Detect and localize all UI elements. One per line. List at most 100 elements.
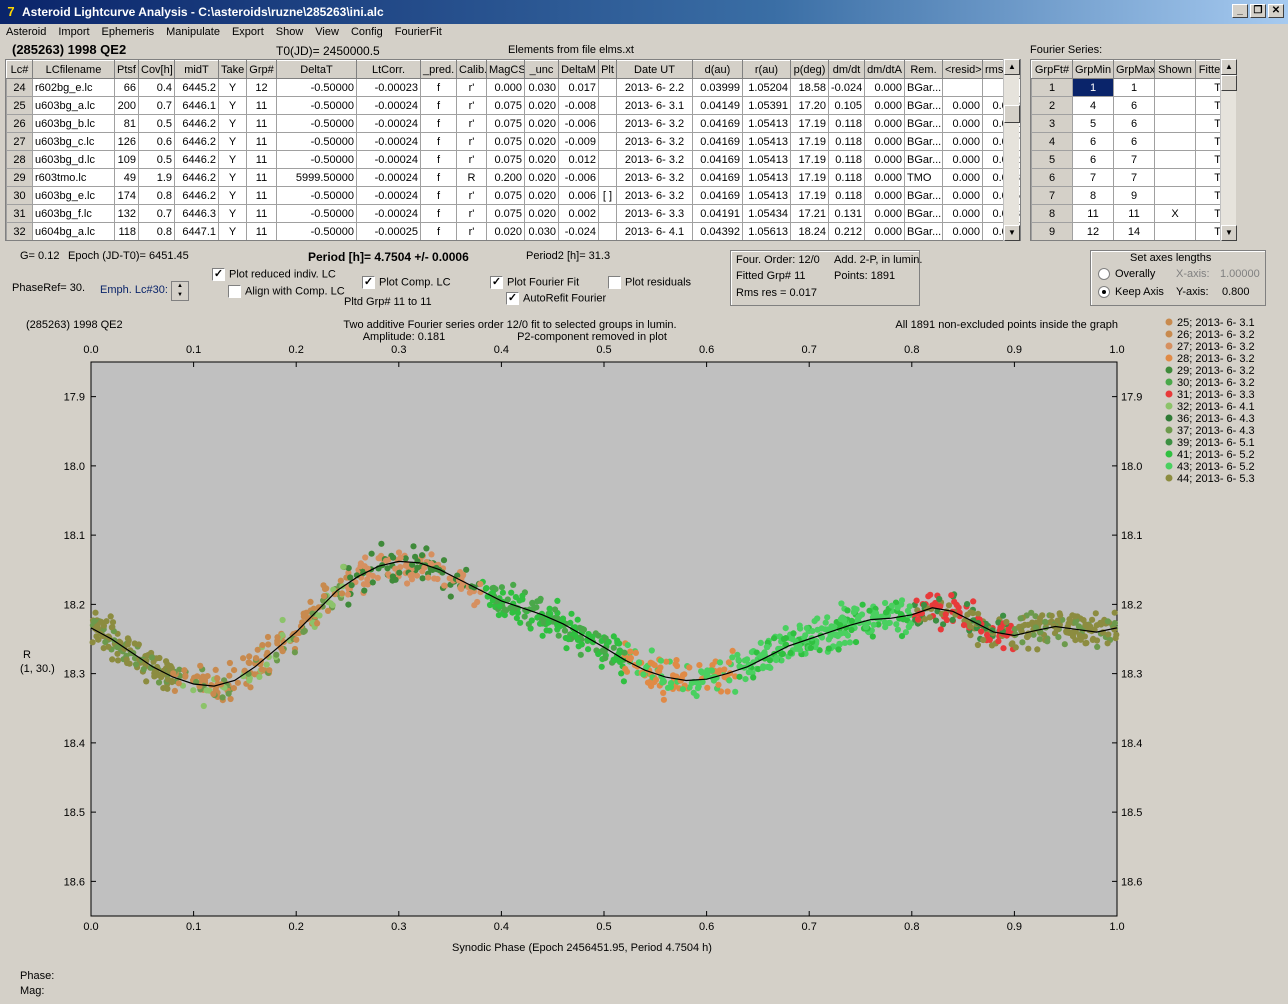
table-cell[interactable]: r' bbox=[456, 186, 487, 205]
table-row[interactable]: 789T bbox=[1031, 186, 1224, 205]
table-cell[interactable]: -0.00025 bbox=[356, 222, 421, 240]
column-header[interactable]: _pred. bbox=[420, 60, 457, 79]
restore-button[interactable]: ❐ bbox=[1250, 4, 1266, 18]
table-cell[interactable]: 1 bbox=[1072, 78, 1114, 97]
column-header[interactable]: _unc bbox=[524, 60, 559, 79]
table-cell[interactable]: 1.05434 bbox=[742, 204, 791, 223]
row-header[interactable]: 8 bbox=[1031, 204, 1073, 223]
table-cell[interactable]: f bbox=[420, 78, 457, 97]
table-cell[interactable]: 5999.50000 bbox=[276, 168, 357, 187]
lightcurve-table-scrollbar[interactable]: ▲ ▼ bbox=[1003, 59, 1020, 241]
table-cell[interactable]: X bbox=[1154, 204, 1196, 223]
close-button[interactable]: ✕ bbox=[1268, 4, 1284, 18]
table-cell[interactable]: r' bbox=[456, 132, 487, 151]
row-header[interactable]: 2 bbox=[1031, 96, 1073, 115]
table-cell[interactable]: 0.000 bbox=[864, 186, 905, 205]
table-cell[interactable]: -0.50000 bbox=[276, 96, 357, 115]
column-header[interactable]: DeltaM bbox=[558, 60, 599, 79]
menu-ephemeris[interactable]: Ephemeris bbox=[96, 24, 161, 42]
table-cell[interactable]: r' bbox=[456, 114, 487, 133]
table-cell[interactable]: 0.000 bbox=[942, 150, 983, 169]
table-cell[interactable]: Y bbox=[218, 96, 247, 115]
table-row[interactable]: 111T bbox=[1031, 78, 1224, 97]
table-cell[interactable]: 0.000 bbox=[942, 168, 983, 187]
align-comp-checkbox[interactable]: Align with Comp. LC bbox=[228, 285, 345, 298]
table-cell[interactable]: R bbox=[456, 168, 487, 187]
table-row[interactable]: 9 12 14 T bbox=[1031, 222, 1224, 240]
table-cell[interactable]: 11 bbox=[1113, 204, 1155, 223]
table-cell[interactable] bbox=[598, 78, 617, 97]
fourier-table-scrollbar[interactable]: ▲ ▼ bbox=[1220, 59, 1237, 241]
table-cell[interactable]: 2013- 6- 3.2 bbox=[616, 168, 693, 187]
table-cell[interactable]: 9 bbox=[1113, 186, 1155, 205]
table-cell[interactable]: 0.030 bbox=[524, 78, 559, 97]
table-cell[interactable]: u603bg_a.lc bbox=[32, 96, 115, 115]
table-cell[interactable]: 4 bbox=[1072, 96, 1114, 115]
table-cell[interactable]: r603tmo.lc bbox=[32, 168, 115, 187]
table-cell[interactable]: 12 bbox=[246, 78, 277, 97]
table-cell[interactable]: 2013- 6- 3.1 bbox=[616, 96, 693, 115]
row-header[interactable]: 7 bbox=[1031, 186, 1073, 205]
column-header[interactable]: Lc# bbox=[6, 60, 33, 79]
table-cell[interactable]: Y bbox=[218, 222, 247, 240]
table-cell[interactable]: 11 bbox=[246, 168, 277, 187]
table-cell[interactable]: Y bbox=[218, 78, 247, 97]
table-cell[interactable]: 0.7 bbox=[138, 96, 175, 115]
column-header[interactable]: Ptsf bbox=[114, 60, 139, 79]
table-cell[interactable]: r' bbox=[456, 78, 487, 97]
table-cell[interactable] bbox=[598, 114, 617, 133]
row-header[interactable]: 4 bbox=[1031, 132, 1073, 151]
table-row[interactable]: 466T bbox=[1031, 132, 1224, 151]
table-cell[interactable]: 0.020 bbox=[524, 186, 559, 205]
table-cell[interactable]: r' bbox=[456, 204, 487, 223]
table-cell[interactable]: 0.075 bbox=[486, 132, 525, 151]
table-cell[interactable]: 2013- 6- 3.2 bbox=[616, 150, 693, 169]
scroll-down-icon[interactable]: ▼ bbox=[1221, 225, 1237, 241]
table-cell[interactable]: 0.000 bbox=[864, 222, 905, 240]
table-cell[interactable]: -0.50000 bbox=[276, 132, 357, 151]
column-header[interactable]: Calib. bbox=[456, 60, 487, 79]
table-cell[interactable]: f bbox=[420, 204, 457, 223]
table-cell[interactable] bbox=[1154, 78, 1196, 97]
table-cell[interactable]: 11 bbox=[246, 186, 277, 205]
table-cell[interactable]: 1.05413 bbox=[742, 168, 791, 187]
table-cell[interactable]: 0.118 bbox=[828, 150, 865, 169]
table-row[interactable]: 27 u603bg_c.lc 126 0.6 6446.2 Y 11 -0.50000 -0.0… bbox=[6, 132, 1020, 151]
menu-fourierfit[interactable]: FourierFit bbox=[389, 24, 448, 42]
table-cell[interactable]: u603bg_f.lc bbox=[32, 204, 115, 223]
table-cell[interactable]: 2013- 6- 2.2 bbox=[616, 78, 693, 97]
column-header[interactable]: MagCS bbox=[486, 60, 525, 79]
table-cell[interactable]: 6 bbox=[1113, 114, 1155, 133]
table-row[interactable]: 8 11 11 X T bbox=[1031, 204, 1224, 223]
table-cell[interactable]: Y bbox=[218, 168, 247, 187]
table-cell[interactable] bbox=[598, 150, 617, 169]
table-cell[interactable]: 17.21 bbox=[790, 204, 829, 223]
table-cell[interactable]: 0.118 bbox=[828, 168, 865, 187]
menu-config[interactable]: Config bbox=[345, 24, 389, 42]
table-cell[interactable]: 0.020 bbox=[524, 96, 559, 115]
table-cell[interactable]: 0.5 bbox=[138, 114, 175, 133]
table-cell[interactable] bbox=[1154, 222, 1196, 240]
table-cell[interactable]: 0.4 bbox=[138, 78, 175, 97]
table-cell[interactable]: 17.19 bbox=[790, 114, 829, 133]
column-header[interactable]: d(au) bbox=[692, 60, 743, 79]
table-cell[interactable] bbox=[598, 132, 617, 151]
table-cell[interactable]: -0.00024 bbox=[356, 186, 421, 205]
table-row[interactable]: 26 u603bg_b.lc 81 0.5 6446.2 Y 11 -0.50000 -0.00… bbox=[6, 114, 1020, 133]
table-cell[interactable]: 0.000 bbox=[864, 96, 905, 115]
column-header[interactable]: LCfilename bbox=[32, 60, 115, 79]
table-cell[interactable]: 2013- 6- 3.2 bbox=[616, 186, 693, 205]
autorefit-checkbox[interactable]: ✓ AutoRefit Fourier bbox=[506, 292, 606, 305]
table-cell[interactable]: 0.118 bbox=[828, 114, 865, 133]
table-cell[interactable]: 6445.2 bbox=[174, 78, 219, 97]
table-cell[interactable]: -0.50000 bbox=[276, 186, 357, 205]
table-cell[interactable]: 6446.2 bbox=[174, 168, 219, 187]
row-header[interactable]: 6 bbox=[1031, 168, 1073, 187]
column-header[interactable]: GrpMin bbox=[1072, 60, 1114, 79]
table-cell[interactable]: -0.00024 bbox=[356, 132, 421, 151]
table-cell[interactable] bbox=[1154, 114, 1196, 133]
table-cell[interactable]: 0.000 bbox=[864, 150, 905, 169]
table-cell[interactable]: 6446.2 bbox=[174, 186, 219, 205]
table-cell[interactable]: 0.6 bbox=[138, 132, 175, 151]
table-cell[interactable]: 0.000 bbox=[864, 168, 905, 187]
